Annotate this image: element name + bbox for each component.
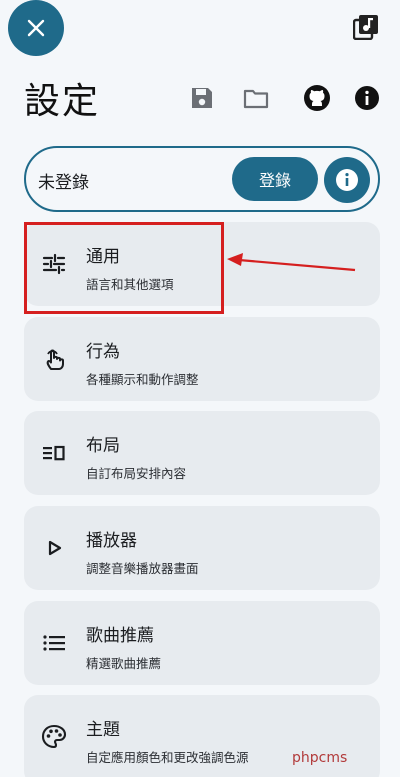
tune-icon	[42, 253, 66, 275]
item-title: 布局	[86, 436, 120, 456]
annotation-arrow	[227, 253, 356, 272]
item-title: 行為	[86, 342, 120, 362]
item-subtitle: 各種顯示和動作調整	[86, 372, 199, 387]
account-card: 未登錄 登錄	[24, 146, 380, 212]
close-button[interactable]	[8, 0, 64, 56]
item-subtitle: 自訂布局安排內容	[86, 466, 187, 481]
folder-icon[interactable]	[242, 84, 270, 112]
palette-icon	[41, 724, 67, 749]
item-title: 歌曲推薦	[86, 626, 154, 646]
info-icon	[336, 169, 358, 191]
touch-icon	[46, 349, 64, 370]
item-title: 主題	[86, 720, 120, 740]
list-icon	[43, 635, 65, 651]
github-icon[interactable]	[303, 84, 331, 112]
item-subtitle: 調整音樂播放器畫面	[86, 561, 199, 576]
close-icon	[27, 19, 45, 37]
watermark: phpcms	[292, 750, 348, 766]
save-icon[interactable]	[188, 84, 216, 112]
login-button[interactable]: 登錄	[232, 157, 318, 201]
page-title: 設定	[24, 81, 101, 122]
layout-icon	[43, 445, 65, 461]
settings-item-behavior[interactable]: 行為 各種顯示和動作調整	[24, 317, 380, 401]
settings-item-layout[interactable]: 布局 自訂布局安排內容	[24, 411, 380, 495]
item-title: 播放器	[86, 531, 137, 551]
item-subtitle: 自定應用顏色和更改強調色源	[86, 750, 249, 765]
account-info-button[interactable]	[324, 157, 370, 203]
play-icon	[48, 540, 62, 556]
music-library-icon[interactable]	[353, 14, 379, 40]
info-icon[interactable]	[353, 84, 381, 112]
item-title: 通用	[86, 247, 120, 267]
item-subtitle: 語言和其他選項	[86, 277, 174, 292]
settings-item-player[interactable]: 播放器 調整音樂播放器畫面	[24, 506, 380, 590]
item-subtitle: 精選歌曲推薦	[86, 656, 162, 671]
settings-item-recommendations[interactable]: 歌曲推薦 精選歌曲推薦	[24, 601, 380, 685]
account-status: 未登錄	[38, 173, 89, 193]
